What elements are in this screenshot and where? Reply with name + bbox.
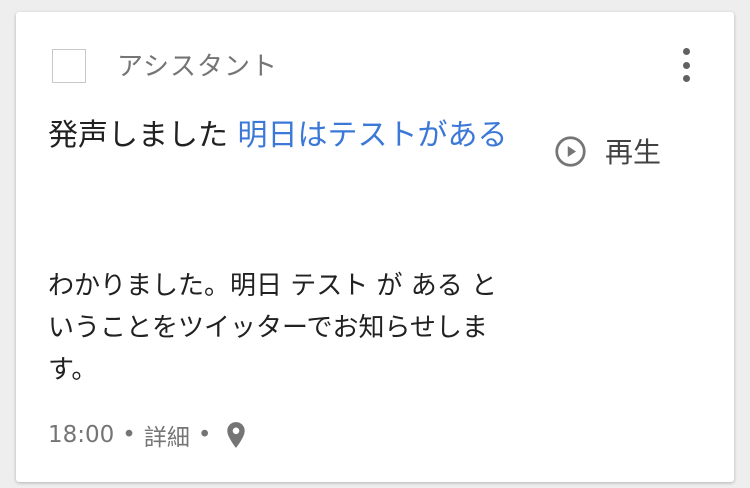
query-link[interactable]: 明日はテストがある [238, 118, 508, 153]
more-dot [682, 75, 690, 82]
play-label: 再生 [605, 136, 662, 169]
timestamp: 18:00 [48, 422, 115, 448]
separator: • [122, 422, 136, 448]
activity-card: アシスタント 発声しました 明日はテストがある 再生 わかりました。明日 テスト… [16, 12, 734, 482]
assistant-reply: わかりました。明日 テスト が ある ということをツイッターでお知らせします。 [48, 271, 498, 385]
more-dot [682, 48, 690, 55]
play-button[interactable]: 再生 [554, 131, 661, 171]
activity-title: 発声しました 明日はテストがある [48, 114, 518, 158]
title-prefix: 発声しました [48, 118, 228, 153]
details-link[interactable]: 詳細 [144, 418, 190, 452]
more-options-icon[interactable] [674, 48, 698, 82]
source-label: アシスタント [117, 52, 278, 82]
play-circle-icon [555, 135, 586, 167]
select-checkbox[interactable] [52, 49, 86, 83]
card-footer: 18:00 • 詳細 • [48, 418, 247, 452]
location-pin-icon[interactable] [225, 421, 247, 449]
separator: • [197, 422, 212, 448]
more-dot [682, 61, 690, 69]
